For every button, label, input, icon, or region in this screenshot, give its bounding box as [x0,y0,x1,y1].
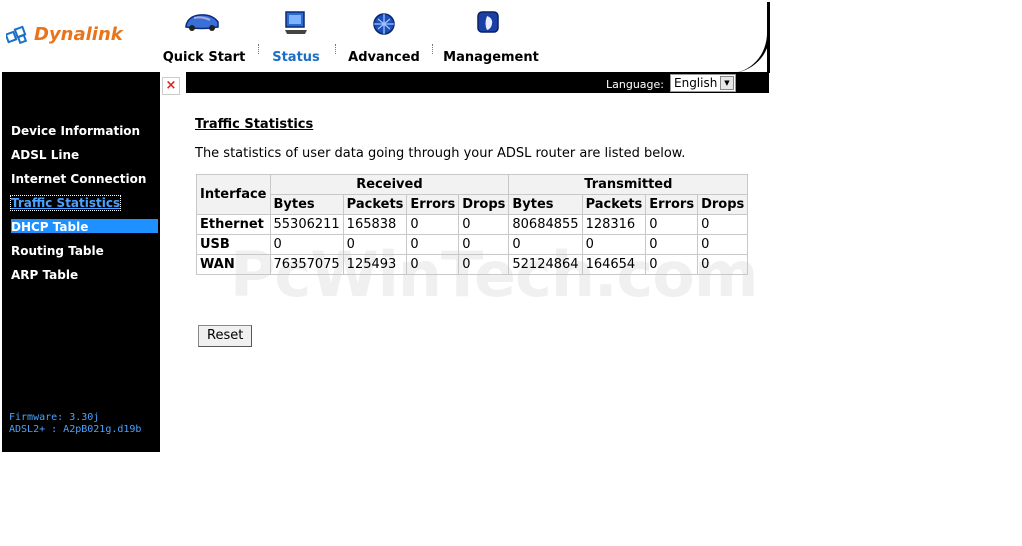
nav-separator [258,44,259,54]
interface-cell: USB [196,234,271,255]
nav-label: Status [272,50,320,65]
page-description: The statistics of user data going throug… [195,146,686,161]
header-transmitted: Transmitted [508,174,749,195]
sidebar-menu: Device Information ADSL Line Internet Co… [2,122,160,290]
cell: 0 [406,214,460,235]
traffic-table: Interface Received Transmitted Bytes Pac… [196,174,749,275]
firmware-info: Firmware: 3.30j ADSL2+ : A2pB021g.d19b [9,412,141,436]
nav-separator [432,44,433,54]
sidebar-item-label: ARP Table [11,268,79,282]
sidebar-item-label: Routing Table [11,244,104,258]
sidebar-item-label: Internet Connection [11,172,147,186]
interface-cell: Ethernet [196,214,271,235]
subheader: Drops [458,194,510,215]
language-bar: Language: English ▼ [186,72,769,93]
chevron-down-icon[interactable]: ▼ [720,76,734,90]
subheader: Errors [406,194,460,215]
cell: 0 [269,234,344,255]
cell: 0 [581,234,647,255]
subheader: Packets [581,194,647,215]
cell: 0 [697,214,749,235]
cell: 0 [508,234,583,255]
cell: 165838 [342,214,408,235]
nav-label: Quick Start [162,50,246,65]
logo-icon [6,25,28,44]
table-row: Ethernet 55306211 165838 0 0 80684855 12… [196,214,749,235]
sidebar-item-arp-table[interactable]: ARP Table [2,266,160,290]
cell: 0 [697,254,749,275]
table-row: USB 0 0 0 0 0 0 0 0 [196,234,749,255]
top-nav: Quick Start Status Advanced Management [162,10,539,66]
car-icon [185,14,219,31]
interface-cell: WAN [196,254,271,275]
language-label: Language: [606,78,664,91]
cell: 0 [645,254,699,275]
main-content: Traffic Statistics The statistics of use… [195,117,749,347]
cell: 76357075 [269,254,344,275]
brand-logo[interactable]: Dynalink [6,24,123,45]
close-icon[interactable]: × [162,77,180,95]
firmware-version: Firmware: 3.30j [9,412,100,423]
table-row: WAN 76357075 125493 0 0 52124864 164654 … [196,254,749,275]
cell: 80684855 [508,214,583,235]
cell: 0 [458,234,510,255]
subheader: Bytes [508,194,583,215]
sidebar-item-internet-connection[interactable]: Internet Connection [2,170,160,194]
language-selected: English [674,76,718,90]
nav-quick-start[interactable]: Quick Start [162,10,246,66]
adsl-version: ADSL2+ : A2pB021g.d19b [9,424,142,435]
subheader: Packets [342,194,408,215]
cell: 0 [697,234,749,255]
sidebar-item-label: DHCP Table [11,220,89,234]
nav-status[interactable]: Status [271,10,321,66]
sidebar: Device Information ADSL Line Internet Co… [2,72,160,452]
nav-separator [335,44,336,54]
header-interface: Interface [196,174,271,215]
nav-advanced[interactable]: Advanced [348,10,420,66]
header-received: Received [269,174,510,195]
subheader: Bytes [269,194,344,215]
chip-icon [373,13,395,35]
sidebar-item-label: ADSL Line [11,148,80,162]
sidebar-item-dhcp-table[interactable]: DHCP Table [2,218,160,242]
reset-button[interactable]: Reset [198,325,253,347]
cell: 52124864 [508,254,583,275]
header: Dynalink Quick Start Status Advanced Man… [2,2,770,73]
nav-management[interactable]: Management [443,10,539,66]
sidebar-item-adsl-line[interactable]: ADSL Line [2,146,160,170]
sidebar-item-label: Device Information [11,124,141,138]
nav-label: Advanced [348,50,420,65]
cell: 164654 [581,254,647,275]
sidebar-item-device-information[interactable]: Device Information [2,122,160,146]
sidebar-item-label: Traffic Statistics [9,195,122,211]
subheader: Drops [697,194,749,215]
cell: 0 [458,214,510,235]
monitor-icon [285,11,307,34]
brand-name: Dynalink [34,24,123,45]
sidebar-item-routing-table[interactable]: Routing Table [2,242,160,266]
cell: 0 [458,254,510,275]
cell: 128316 [581,214,647,235]
cell: 0 [342,234,408,255]
cell: 0 [406,254,460,275]
shield-icon [477,11,499,33]
cell: 0 [645,214,699,235]
subheader: Errors [645,194,699,215]
sidebar-item-traffic-statistics[interactable]: Traffic Statistics [2,194,160,218]
cell: 0 [645,234,699,255]
header-curve [690,2,770,73]
page-title: Traffic Statistics [195,117,314,132]
cell: 55306211 [269,214,344,235]
cell: 125493 [342,254,408,275]
cell: 0 [406,234,460,255]
language-select[interactable]: English ▼ [670,74,736,92]
nav-label: Management [443,50,539,65]
